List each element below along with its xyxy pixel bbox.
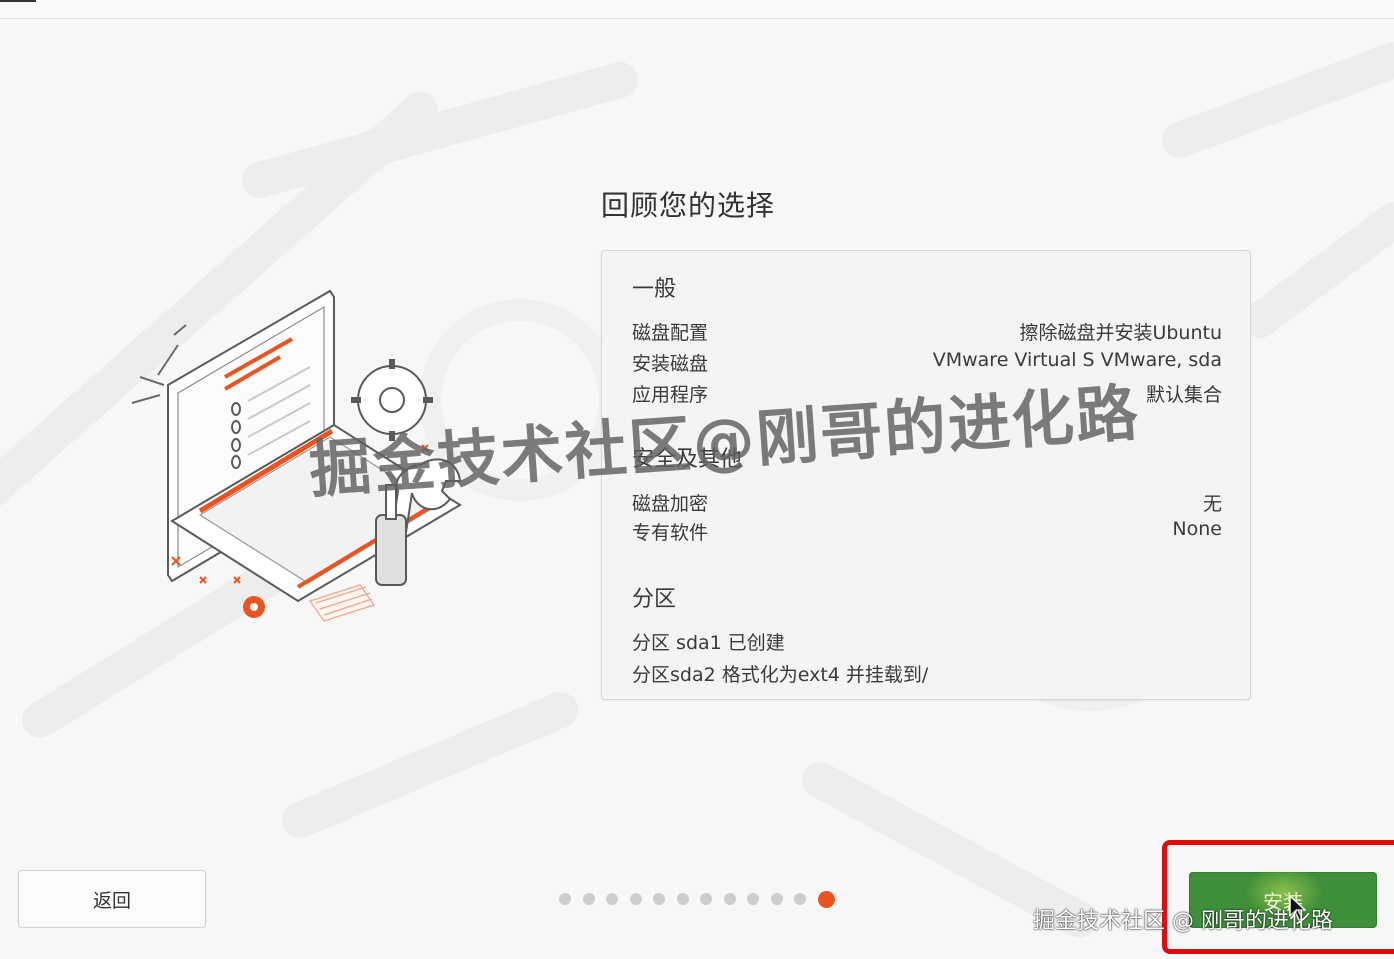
hatched-pad [309,584,375,622]
summary-value: 擦除磁盘并安装Ubuntu [1019,322,1222,344]
summary-key: 专有软件 [632,522,709,544]
summary-row-disk-config: 磁盘配置 擦除磁盘并安装Ubuntu [632,318,1222,348]
summary-value: 无 [1202,493,1222,515]
progress-dot [723,893,736,905]
progress-dot [559,893,571,905]
partition-line-sda1: 分区 sda1 已创建 [632,632,785,654]
section-heading-partitions: 分区 [632,587,677,612]
progress-dot [629,893,642,905]
summary-value: None [1172,518,1222,540]
small-gear-icon [243,596,265,618]
section-heading-general: 一般 [632,277,677,302]
progress-dot [653,893,665,905]
progress-dot [700,893,712,905]
progress-dot [747,893,759,905]
progress-dot [606,893,618,905]
progress-dot [582,893,595,905]
progress-dot-active [817,890,835,908]
summary-key: 磁盘加密 [632,493,709,515]
progress-dots [559,890,835,908]
summary-key: 磁盘配置 [632,322,709,344]
partition-line-sda2: 分区sda2 格式化为ext4 并挂载到/ [632,664,929,686]
summary-value: 默认集合 [1145,384,1222,406]
back-button[interactable]: 返回 [18,870,206,928]
watermark-caption: 掘金技术社区 @ 刚哥的进化路 [1033,909,1333,934]
progress-dot [770,893,783,905]
summary-row-disk-encryption: 磁盘加密 无 [632,489,1222,519]
progress-dot [794,893,806,905]
progress-dot [676,893,689,905]
window-corner-mark [0,0,36,2]
summary-key: 安装磁盘 [632,353,709,375]
page-title: 回顾您的选择 [601,189,776,222]
window-top-bar [0,0,1394,19]
summary-row-proprietary-software: 专有软件 None [632,518,1222,548]
